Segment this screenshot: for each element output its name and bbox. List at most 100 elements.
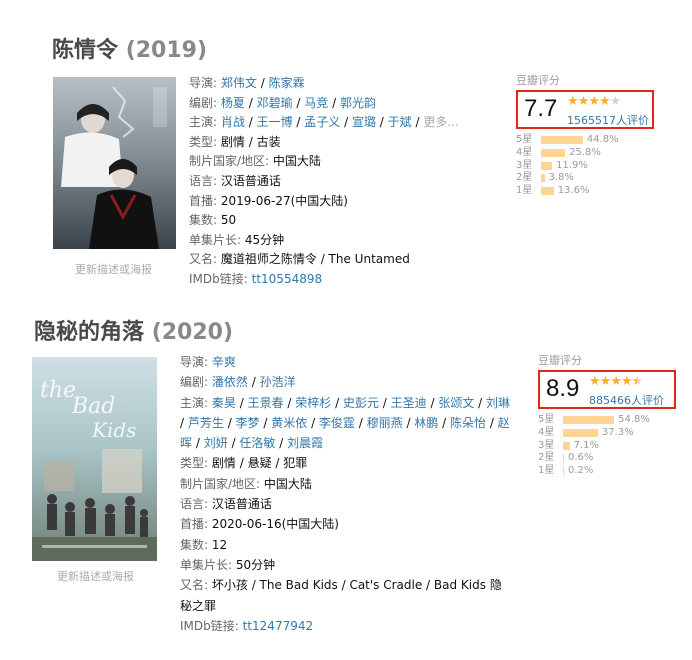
writer-link[interactable]: 邓碧瑜 — [257, 96, 293, 110]
rating-percent: 44.8% — [586, 134, 619, 145]
cast-link[interactable]: 刘妍 — [204, 436, 228, 450]
genre-row: 类型: 剧情 / 悬疑 / 犯罪 — [180, 456, 308, 471]
writer-link[interactable]: 马竞 — [304, 96, 328, 110]
aka-row-continued: 秘之罪 — [180, 598, 217, 613]
rating-highlight-box: 8.9 ★★★★★ 885466人评价 — [538, 370, 676, 409]
cast-link[interactable]: 刘晨霞 — [287, 436, 323, 450]
movie-entry: 隐秘的角落 (2020) the Bad Kids 更新描述或海报 导演: 辛爽… — [0, 300, 692, 660]
more-cast-link[interactable]: 更多... — [423, 115, 458, 129]
cast-link[interactable]: 肖战 — [221, 115, 245, 129]
separator: / — [307, 415, 319, 430]
rating-distribution-row: 5星 44.8% — [516, 134, 666, 147]
rating-percent: 37.3% — [601, 426, 634, 438]
cast-link[interactable]: 孟子义 — [304, 115, 340, 129]
separator: / — [192, 436, 204, 451]
poster-image — [53, 77, 176, 249]
rating-percent: 13.6% — [557, 185, 590, 197]
director-link[interactable]: 郑伟文 — [221, 76, 257, 90]
separator: / — [227, 436, 240, 451]
movie-poster[interactable]: the Bad Kids — [32, 357, 157, 561]
rating-stars: ★★★★★ — [589, 374, 643, 389]
cast-link[interactable]: 秦昊 — [212, 396, 236, 410]
cast-link[interactable]: 刘琳 — [486, 396, 510, 410]
star-level-label: 3星 — [538, 439, 555, 451]
separator: / — [223, 415, 236, 430]
writer-link[interactable]: 杨夏 — [221, 96, 245, 110]
imdb-link[interactable]: tt10554898 — [252, 272, 323, 286]
rating-stars: ★★★★★ — [567, 94, 622, 109]
cast-link[interactable]: 王一博 — [257, 115, 293, 129]
writer-row: 编剧: 潘依然 / 孙浩洋 — [180, 375, 296, 390]
director-link[interactable]: 辛爽 — [212, 355, 236, 369]
update-poster-link[interactable]: 更新描述或海报 — [75, 261, 152, 277]
director-link[interactable]: 陈家霖 — [269, 76, 305, 90]
imdb-row: IMDb链接: tt12477942 — [180, 618, 314, 633]
runtime-row: 单集片长: 50分钟 — [180, 557, 276, 572]
separator: / — [354, 415, 367, 430]
cast-link[interactable]: 李俊霆 — [319, 416, 355, 430]
cast-link[interactable]: 王景春 — [248, 396, 284, 410]
rating-bar — [541, 161, 553, 170]
star-level-label: 3星 — [516, 159, 533, 171]
imdb-link[interactable]: tt12477942 — [243, 619, 314, 633]
release-row: 首播: 2019-06-27(中国大陆) — [189, 193, 348, 208]
cast-link[interactable]: 黄米依 — [271, 416, 307, 430]
writer-link[interactable]: 郭光韵 — [340, 96, 376, 110]
rating-score: 8.9 — [546, 375, 580, 402]
runtime-row: 单集片长: 45分钟 — [189, 232, 285, 247]
cast-link[interactable]: 林鹏 — [414, 416, 438, 430]
cast-link[interactable]: 宣璐 — [352, 115, 376, 129]
star-icon: ★ — [620, 374, 633, 389]
cast-row: 主演: 秦昊 / 王景春 / 荣梓杉 / 史彭元 / 王圣迪 / 张颂文 / 刘… — [180, 395, 511, 451]
rating-distribution-row: 1星 13.6% — [516, 185, 666, 198]
imdb-row: IMDb链接: tt10554898 — [189, 271, 323, 286]
update-poster-link[interactable]: 更新描述或海报 — [57, 568, 134, 584]
writer-link[interactable]: 潘依然 — [212, 375, 248, 389]
star-level-label: 2星 — [538, 452, 555, 464]
star-icon: ★ — [577, 94, 590, 109]
rating-label: 豆瓣评分 — [538, 354, 582, 367]
cast-link[interactable]: 穆丽燕 — [367, 416, 403, 430]
movie-title: 陈情令 (2019) — [52, 38, 208, 63]
cast-link[interactable]: 王圣迪 — [391, 396, 427, 410]
movie-entry: 陈情令 (2019) 更新描述或海报 导演: 郑伟文 / 陈家霖 编剧: 杨夏 … — [0, 0, 692, 300]
star-icon: ★ — [609, 94, 622, 109]
separator: / — [331, 395, 343, 410]
star-icon: ★ — [598, 94, 611, 109]
separator: / — [235, 395, 248, 410]
movie-info: 导演: 辛爽 编剧: 潘依然 / 孙浩洋 主演: 秦昊 / 王景春 / 荣梓杉 … — [180, 352, 514, 636]
rating-percent: 25.8% — [569, 146, 601, 158]
star-icon: ★ — [610, 374, 622, 389]
cast-link[interactable]: 于斌 — [388, 115, 412, 129]
star-level-label: 2星 — [516, 172, 533, 184]
rating-bar — [563, 454, 564, 463]
star-level-label: 4星 — [516, 146, 533, 158]
genre-row: 类型: 剧情 / 古装 — [189, 134, 281, 149]
cast-link[interactable]: 任洛敏 — [239, 436, 275, 450]
cast-link[interactable]: 陈朵怡 — [450, 416, 486, 430]
votes-link[interactable]: 1565517人评价 — [567, 112, 649, 128]
episodes-row: 集数: 12 — [180, 537, 228, 552]
rating-distribution-row: 3星 7.1% — [538, 440, 688, 453]
rating-label: 豆瓣评分 — [516, 74, 560, 87]
cast-link[interactable]: 张颂文 — [438, 396, 474, 410]
movie-year: (2019) — [125, 38, 208, 63]
cast-link[interactable]: 李梦 — [236, 416, 260, 430]
rating-distribution-row: 1星 0.2% — [538, 465, 688, 478]
star-icon: ★ — [589, 374, 601, 389]
rating-bar — [541, 187, 554, 196]
rating-percent: 7.1% — [573, 439, 600, 451]
writer-link[interactable]: 孙浩洋 — [260, 375, 296, 389]
cast-link[interactable]: 史彭元 — [343, 396, 379, 410]
rating-bar — [563, 428, 598, 437]
rating-bar — [563, 416, 615, 424]
rating-score: 7.7 — [524, 95, 558, 122]
separator: / — [275, 436, 288, 451]
votes-link[interactable]: 885466人评价 — [589, 392, 664, 408]
cast-link[interactable]: 芦芳生 — [188, 416, 224, 430]
movie-poster[interactable] — [53, 77, 176, 249]
separator: / — [486, 415, 498, 430]
cast-link[interactable]: 荣梓杉 — [295, 396, 331, 410]
rating-panel: 豆瓣评分 7.7 ★★★★★ 1565517人评价 5星 44.8% 4星 25.8%… — [516, 72, 666, 198]
separator: / — [402, 415, 415, 430]
